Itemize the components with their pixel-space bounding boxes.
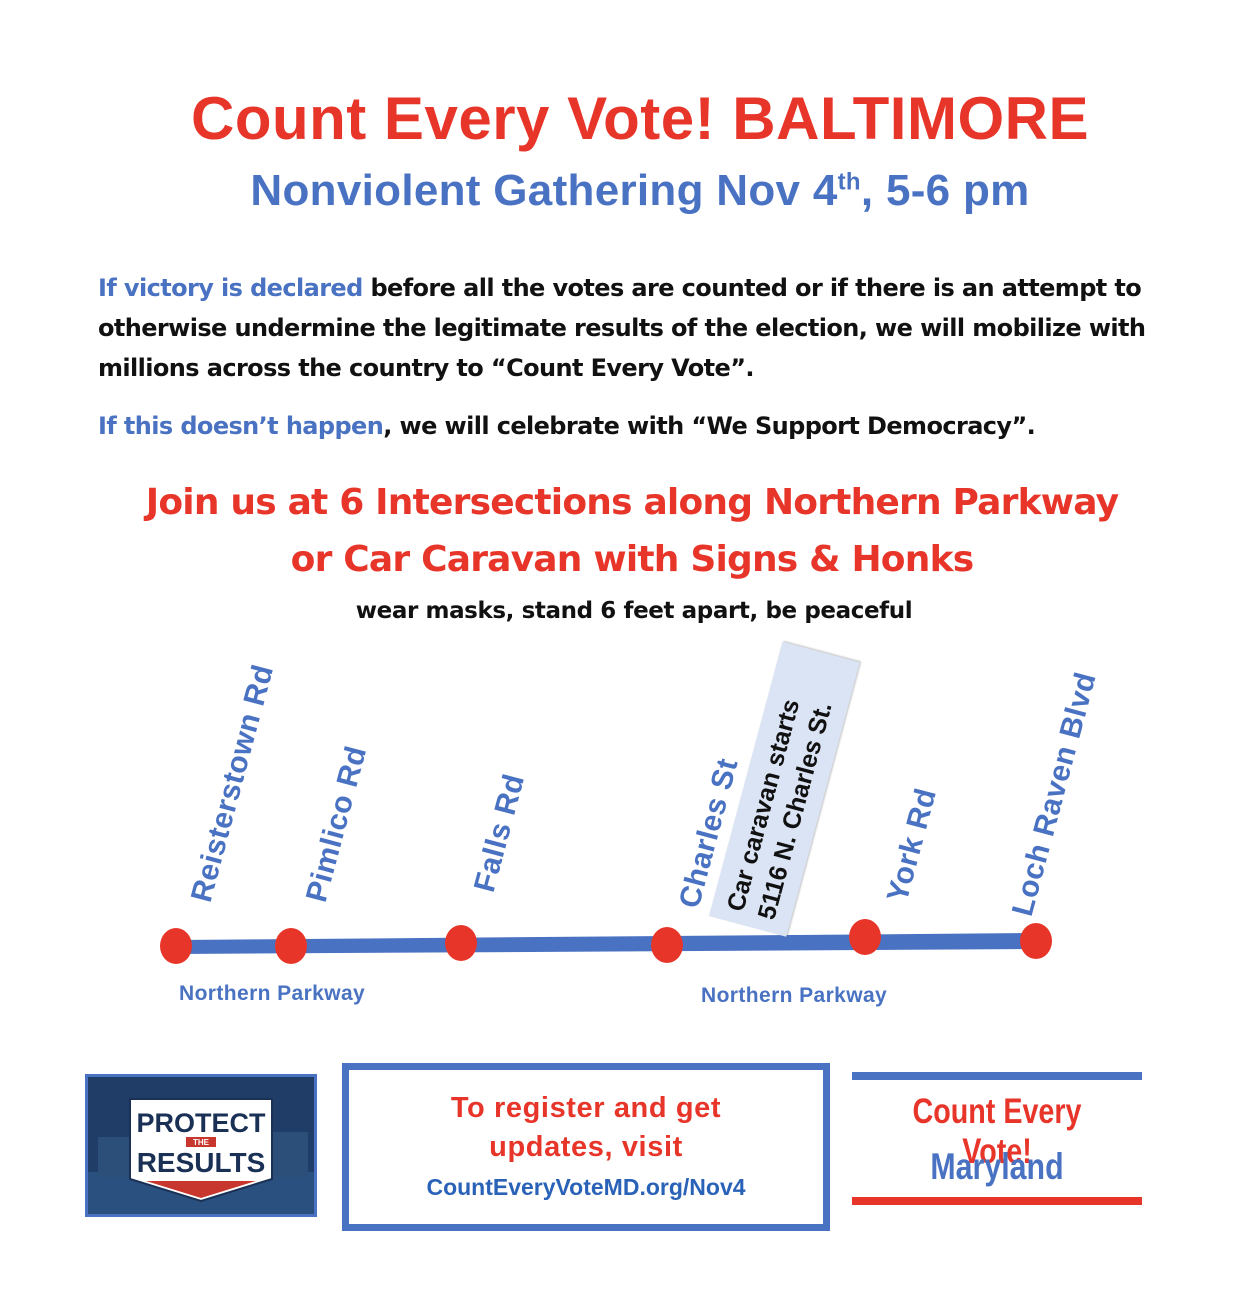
- intersection-dot-loch-raven: [1020, 923, 1052, 959]
- intersection-dot-pimlico: [275, 928, 307, 964]
- intersection-dot-falls: [445, 925, 477, 961]
- logo-word-protect: PROTECT: [136, 1108, 266, 1138]
- intersection-dot-york: [849, 919, 881, 955]
- badge-bottom-bar: [852, 1197, 1142, 1205]
- intersection-dot-reisterstown: [160, 928, 192, 964]
- register-url-link[interactable]: CountEveryVoteMD.org/Nov4: [349, 1174, 823, 1201]
- count-every-vote-maryland-badge: Count Every Vote! Maryland: [852, 1072, 1142, 1208]
- parkway-label-right: Northern Parkway: [701, 984, 888, 1007]
- badge-state: Maryland: [930, 1146, 1064, 1187]
- register-box: To register and get updates, visit Count…: [342, 1063, 830, 1231]
- logo-word-results: RESULTS: [137, 1147, 266, 1178]
- intersection-dot-charles: [651, 927, 683, 963]
- parkway-label-left: Northern Parkway: [179, 982, 366, 1005]
- logo-graphic: PROTECT THE RESULTS: [88, 1077, 314, 1214]
- register-line-1: To register and get: [450, 1092, 722, 1124]
- badge-top-bar: [852, 1072, 1142, 1080]
- logo-word-the: THE: [193, 1138, 210, 1147]
- protect-the-results-logo: PROTECT THE RESULTS: [85, 1074, 317, 1217]
- register-line-2: updates, visit: [489, 1131, 683, 1163]
